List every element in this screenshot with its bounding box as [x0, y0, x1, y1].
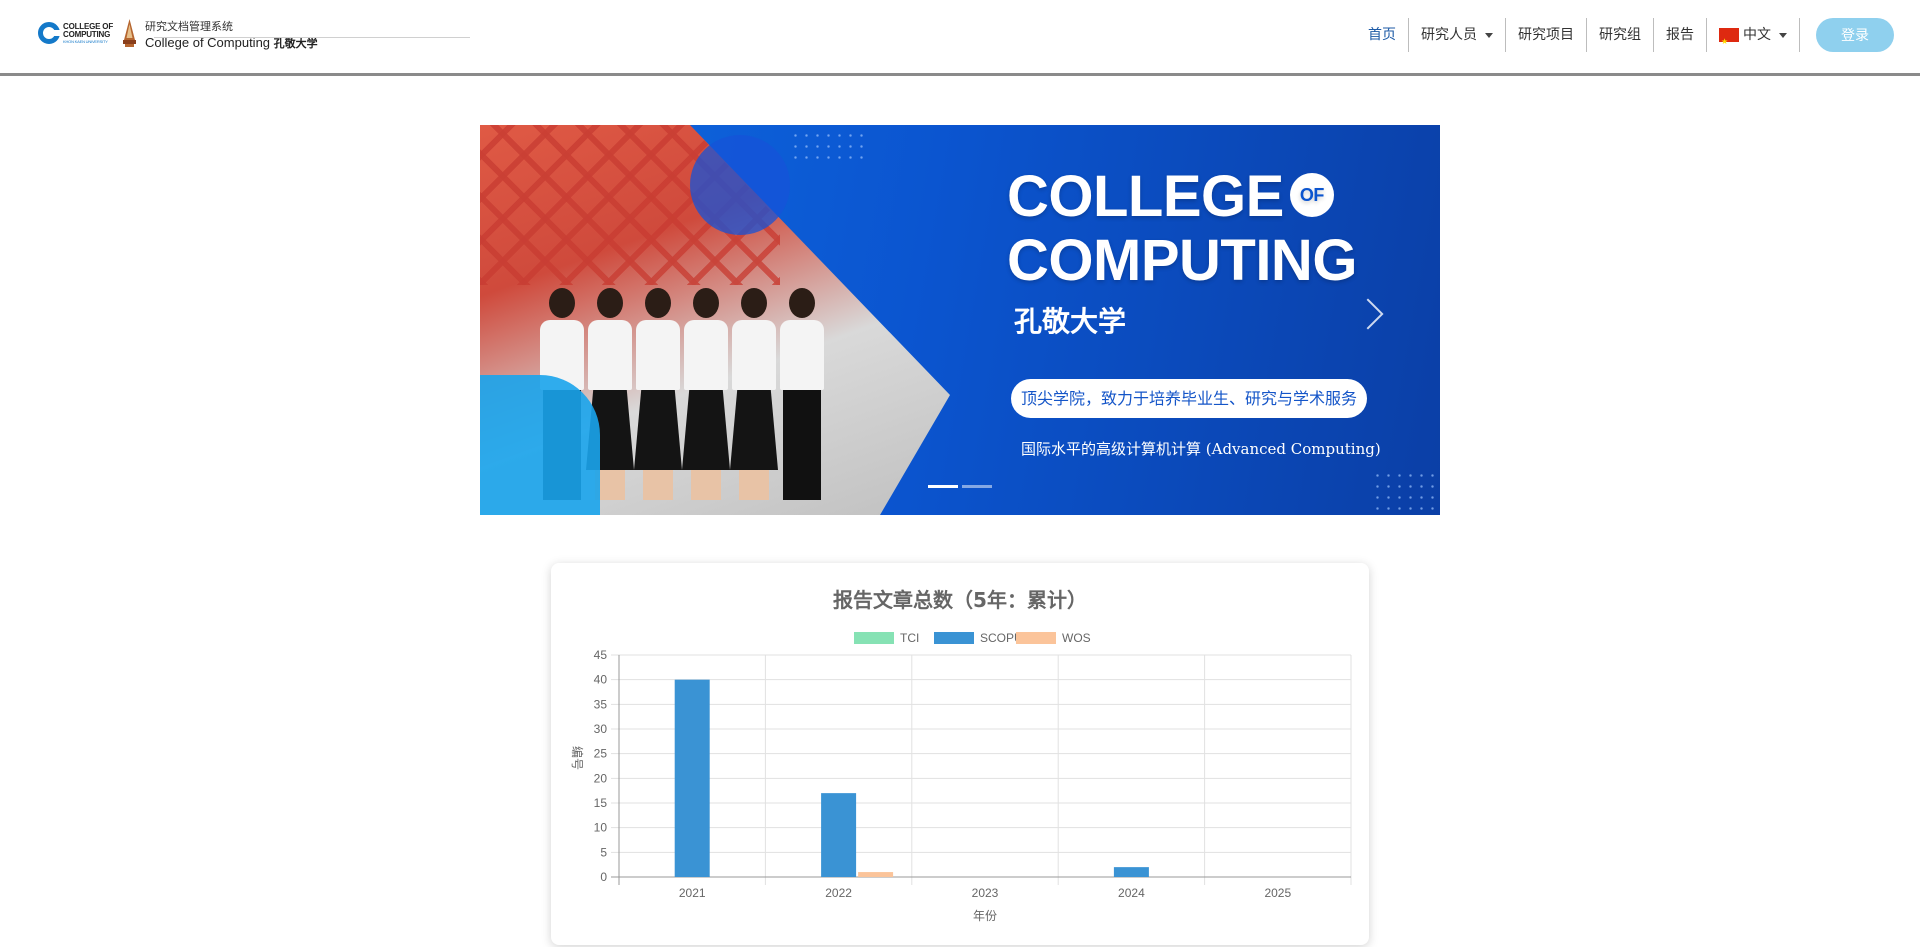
bar-scopus-2022: [821, 793, 857, 877]
nav-researchers[interactable]: 研究人员: [1409, 18, 1506, 52]
logo-text-line2: COMPUTING: [63, 29, 111, 39]
y-tick-label: 20: [594, 771, 608, 785]
nav-home[interactable]: 首页: [1356, 18, 1409, 52]
banner-title-line1: COLLEGE: [1007, 164, 1284, 229]
y-tick-label: 25: [594, 747, 608, 761]
main-nav: 首页 研究人员 研究项目 研究组 报告 中文 登录: [1356, 18, 1920, 59]
bar-scopus-2024: [1113, 867, 1149, 877]
legend-swatch-tci: [854, 632, 894, 644]
y-tick-label: 0: [600, 870, 607, 884]
banner-title: COLLEGE OF COMPUTING: [1007, 165, 1357, 293]
decorative-shape: [690, 135, 790, 235]
y-tick-label: 35: [594, 697, 608, 711]
language-label: 中文: [1743, 27, 1771, 43]
legend-swatch-wos: [1016, 632, 1056, 644]
china-flag-icon: [1719, 25, 1739, 59]
y-tick-label: 5: [600, 845, 607, 859]
login-button[interactable]: 登录: [1816, 18, 1894, 52]
x-tick-label: 2025: [1264, 886, 1291, 900]
decorative-dots: [790, 130, 870, 166]
logo-text-sub: KHON KAEN UNIVERSITY: [63, 38, 108, 44]
y-tick-label: 45: [594, 648, 608, 662]
chevron-down-icon: [1485, 32, 1493, 38]
decorative-dots: [1372, 470, 1440, 515]
banner-title-line2: COMPUTING: [1007, 228, 1357, 293]
language-selector[interactable]: 中文: [1707, 18, 1800, 59]
system-name: 研究文档管理系统: [145, 20, 234, 33]
brand[interactable]: COLLEGE OF COMPUTING KHON KAEN UNIVERSIT…: [38, 18, 318, 58]
legend-label-tci: TCI: [900, 631, 919, 645]
university-name: 孔敬大学: [273, 38, 318, 50]
x-tick-label: 2022: [825, 886, 852, 900]
y-tick-label: 10: [594, 821, 608, 835]
legend-label-wos: WOS: [1062, 631, 1091, 645]
carousel-indicator-1[interactable]: [928, 485, 958, 488]
bar-chart: 报告文章总数（5年：累计）TCI SCOPUS WOS051015202530354…: [570, 588, 1352, 923]
brand-divider: [154, 37, 470, 38]
kku-emblem-icon: [123, 19, 137, 47]
banner-subtitle: 国际水平的高级计算机计算 (Advanced Computing): [1021, 440, 1381, 458]
banner-of-badge: OF: [1289, 172, 1334, 217]
carousel-indicator-2[interactable]: [962, 485, 992, 488]
chevron-down-icon: [1779, 32, 1787, 38]
x-axis-label: 年份: [973, 909, 997, 923]
y-axis-label: 编号: [570, 746, 585, 770]
college-of-computing-logo: COLLEGE OF COMPUTING KHON KAEN UNIVERSIT…: [38, 22, 113, 44]
legend-swatch-scopus: [934, 632, 974, 644]
nav-research-projects[interactable]: 研究项目: [1506, 18, 1587, 52]
y-tick-label: 40: [594, 673, 608, 687]
nav-researchers-label: 研究人员: [1421, 27, 1477, 43]
nav-research-groups[interactable]: 研究组: [1587, 18, 1654, 52]
cc-logo-ring-icon: [38, 22, 61, 44]
x-tick-label: 2024: [1118, 886, 1145, 900]
bar-wos-2022: [858, 872, 894, 877]
report-chart-card: 报告文章总数（5年：累计） TCI SCOPUS WOS 0 5 10 15 20 25 30 35 4…: [551, 563, 1369, 945]
carousel-indicators: [928, 485, 992, 488]
chart-title: 报告文章总数（5年：累计）: [833, 588, 1087, 612]
x-tick-label: 2021: [679, 886, 706, 900]
banner-tagline: 顶尖学院，致力于培养毕业生、研究与学术服务: [1011, 379, 1368, 418]
decorative-shape: [480, 375, 600, 515]
carousel-next-icon[interactable]: [1352, 298, 1384, 330]
y-tick-label: 30: [594, 722, 608, 736]
banner-university-name: 孔敬大学: [1014, 305, 1127, 338]
hero-carousel[interactable]: COLLEGE OF COMPUTING 孔敬大学 顶尖学院，致力于培养毕业生、研…: [480, 125, 1440, 515]
x-tick-label: 2023: [972, 886, 999, 900]
y-tick-label: 15: [594, 796, 608, 810]
bar-scopus-2021: [674, 679, 710, 877]
top-navbar: COLLEGE OF COMPUTING KHON KAEN UNIVERSIT…: [0, 0, 1920, 76]
nav-reports[interactable]: 报告: [1654, 18, 1707, 52]
